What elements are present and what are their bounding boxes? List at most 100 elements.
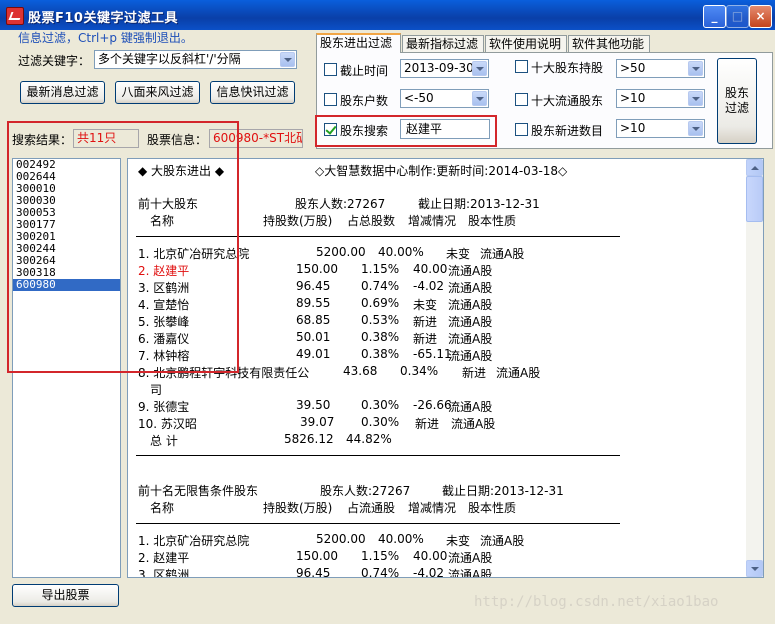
table-cell: 0.74% [361, 279, 400, 293]
table-cell: 0.38% [361, 330, 400, 344]
table-cell: 2. 赵建平 [138, 551, 190, 565]
table-cell: 流通A股 [496, 366, 541, 380]
vertical-scrollbar[interactable] [746, 159, 763, 577]
title-bar[interactable]: 股票F10关键字过滤工具 _ □ × [0, 0, 775, 30]
table-cell: 43.68 [343, 364, 378, 378]
table-cell: 新进 [413, 332, 438, 346]
table-cell: 5200.00 [316, 532, 366, 546]
chevron-down-icon[interactable] [688, 121, 703, 136]
deadline-value: 2013-09-30 [404, 61, 474, 75]
section-date: 截止日期:2013-12-31 [418, 197, 540, 211]
holder-filter-button[interactable]: 股东过滤 [717, 58, 757, 144]
keyword-label: 过滤关键字： [18, 54, 91, 68]
column-header: 股本性质 [468, 214, 517, 228]
column-header: 持股数(万股) [263, 501, 333, 515]
new-holders-combo[interactable]: >10 [616, 119, 705, 138]
table-cell: 96.45 [296, 566, 331, 578]
total-percent: 44.82% [346, 432, 392, 446]
table-cell: 新进 [462, 366, 487, 380]
holders-count-checkbox[interactable] [324, 93, 337, 106]
scroll-up-icon[interactable] [746, 159, 763, 176]
table-cell: 68.85 [296, 313, 331, 327]
chevron-down-icon[interactable] [688, 61, 703, 76]
column-header: 占总股数 [347, 214, 396, 228]
section-title: 前十名无限售条件股东 [138, 484, 259, 498]
keyword-combo[interactable]: 多个关键字以反斜杠'/'分隔 [94, 50, 297, 69]
table-cell: 40.00 [413, 549, 448, 563]
new-holders-value: >10 [620, 121, 646, 135]
table-cell: 未变 [446, 534, 471, 548]
total-shares: 5826.12 [284, 432, 334, 446]
deadline-combo[interactable]: 2013-09-30 [400, 59, 489, 78]
top10-value: >50 [620, 61, 646, 75]
chevron-down-icon[interactable] [688, 91, 703, 106]
table-cell: 1.15% [361, 262, 400, 276]
keyword-value: 多个关键字以反斜杠'/'分隔 [98, 52, 241, 66]
table-cell: 0.30% [361, 415, 400, 429]
table-cell: 新进 [415, 417, 440, 431]
scroll-down-icon[interactable] [746, 560, 763, 577]
table-cell: 40.00% [378, 532, 424, 546]
table-cell: 150.00 [296, 549, 338, 563]
column-header: 持股数(万股) [263, 214, 333, 228]
table-cell: 10. 苏汉昭 [138, 417, 197, 431]
table-cell: 96.45 [296, 279, 331, 293]
column-header: 股本性质 [468, 501, 517, 515]
table-cell: 流通A股 [448, 298, 493, 312]
column-header: 增减情况 [408, 214, 457, 228]
window-title: 股票F10关键字过滤工具 [28, 11, 178, 26]
table-cell: 9. 张德宝 [138, 400, 190, 414]
table-cell: 49.01 [296, 347, 331, 361]
table-cell: 流通A股 [480, 534, 525, 548]
table-cell: 150.00 [296, 262, 338, 276]
table-cell: 0.38% [361, 347, 400, 361]
news-filter-button[interactable]: 最新消息过滤 [20, 81, 105, 104]
tab-other-features[interactable]: 软件其他功能 [568, 35, 650, 52]
scroll-thumb[interactable] [746, 176, 763, 222]
minimize-icon[interactable]: _ [703, 5, 726, 28]
table-cell: 40.00% [378, 245, 424, 259]
table-cell: 40.00 [413, 262, 448, 276]
table-cell: 0.69% [361, 296, 400, 310]
table-cell: 流通A股 [448, 281, 493, 295]
table-cell: -4.02 [413, 279, 445, 293]
column-header: 名称 [150, 501, 175, 515]
chevron-down-icon[interactable] [280, 52, 295, 67]
chevron-down-icon[interactable] [472, 91, 487, 106]
table-cell: 50.01 [296, 330, 331, 344]
top10-float-combo[interactable]: >10 [616, 89, 705, 108]
new-holders-checkbox[interactable] [515, 123, 528, 136]
table-cell: 流通A股 [448, 349, 493, 363]
table-cell: 3. 区鹤洲 [138, 568, 190, 578]
holders-count-combo[interactable]: <-50 [400, 89, 489, 108]
table-cell: 未变 [446, 247, 471, 261]
tab-indicator-filter[interactable]: 最新指标过滤 [402, 35, 484, 52]
chevron-down-icon[interactable] [472, 61, 487, 76]
highlight-box-search [315, 115, 497, 147]
section-holders: 股东人数:27267 [295, 197, 386, 211]
bamianlaifeng-filter-button[interactable]: 八面来风过滤 [115, 81, 200, 104]
table-cell: 未变 [413, 298, 438, 312]
deadline-checkbox[interactable] [324, 63, 337, 76]
export-button[interactable]: 导出股票 [12, 584, 119, 607]
tab-holder-filter[interactable]: 股东进出过滤 [316, 33, 401, 53]
app-icon [6, 7, 24, 25]
top10-label: 十大股东持股 [531, 61, 604, 75]
close-icon[interactable]: × [749, 5, 772, 28]
table-cell: 0.34% [400, 364, 439, 378]
tab-usage-guide[interactable]: 软件使用说明 [485, 35, 567, 52]
highlight-box-results [7, 121, 239, 373]
table-cell: -65.11 [413, 347, 452, 361]
holder-filter-label: 股东过滤 [724, 86, 749, 115]
table-cell: 新进 [413, 315, 438, 329]
table-cell: -4.02 [413, 566, 445, 578]
table-cell: 5200.00 [316, 245, 366, 259]
separator-line [136, 455, 620, 456]
table-cell: 流通A股 [448, 332, 493, 346]
column-header: 增减情况 [408, 501, 457, 515]
quick-news-filter-button[interactable]: 信息快讯过滤 [210, 81, 295, 104]
section-date: 截止日期:2013-12-31 [442, 484, 564, 498]
top10-float-checkbox[interactable] [515, 93, 528, 106]
top10-combo[interactable]: >50 [616, 59, 705, 78]
top10-checkbox[interactable] [515, 60, 528, 73]
